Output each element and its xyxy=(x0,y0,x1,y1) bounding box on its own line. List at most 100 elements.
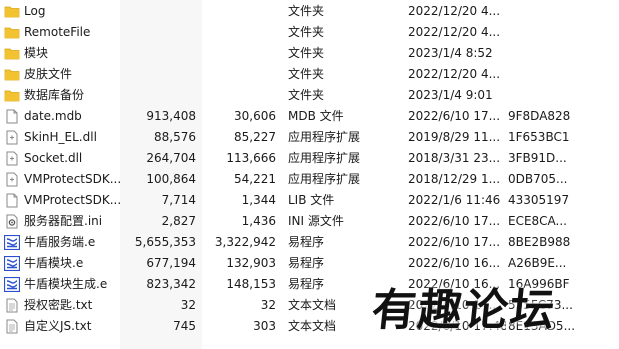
ini-icon xyxy=(4,214,20,229)
file-modified-date: 2022/12/20 4... xyxy=(408,67,501,81)
file-name: 牛盾服务端.e xyxy=(24,235,96,249)
file-modified-date: 2022/6/10 17... xyxy=(408,235,501,249)
file-type: 文件夹 xyxy=(288,46,325,60)
file-modified-date: 2022/12/20 4... xyxy=(408,4,501,18)
file-crc: 0DB705... xyxy=(508,172,568,186)
file-row[interactable]: 牛盾服务端.e 5,655,353 3,322,942 易程序 2022/6/1… xyxy=(0,232,619,253)
file-row[interactable]: SkinH_EL.dll 88,576 85,227 应用程序扩展 2019/8… xyxy=(0,127,619,148)
file-crc: 43305197 xyxy=(508,193,570,207)
file-type: 文件夹 xyxy=(288,4,325,18)
text-file-icon xyxy=(4,298,20,313)
file-modified-date: 2018/3/31 23... xyxy=(408,151,501,165)
file-name: 模块 xyxy=(24,46,49,60)
file-crc: 8BE2B988 xyxy=(508,235,571,249)
file-name: date.mdb xyxy=(24,109,82,123)
file-size xyxy=(120,22,196,43)
file-type: INI 源文件 xyxy=(288,214,344,228)
file-size: 2,827 xyxy=(161,214,196,228)
file-type: LIB 文件 xyxy=(288,193,335,207)
file-crc xyxy=(508,43,596,64)
dll-icon xyxy=(4,172,20,187)
file-size: 100,864 xyxy=(146,172,196,186)
file-modified-date: 2018/12/29 1... xyxy=(408,172,501,186)
file-packed-size: 85,227 xyxy=(234,130,276,144)
file-modified-date: 2022/6/10 16... xyxy=(408,256,501,270)
file-name: 服务器配置.ini xyxy=(24,214,103,228)
file-icon xyxy=(4,109,20,124)
file-crc: A26B9E... xyxy=(508,256,567,270)
file-type: 文件夹 xyxy=(288,25,325,39)
file-modified-date: 2022/1/6 11:46 xyxy=(408,193,501,207)
file-row[interactable]: 模块 文件夹 2023/1/4 8:52 xyxy=(0,43,619,64)
file-packed-size: 30,606 xyxy=(234,109,276,123)
file-type: 文件夹 xyxy=(288,67,325,81)
folder-icon xyxy=(4,67,20,82)
file-crc: 1F653BC1 xyxy=(508,130,570,144)
file-modified-date: 2022/6/10 17... xyxy=(408,109,501,123)
file-row[interactable]: 皮肤文件 文件夹 2022/12/20 4... xyxy=(0,64,619,85)
file-size: 88,576 xyxy=(154,130,196,144)
file-name: Log xyxy=(24,4,46,18)
file-type: 应用程序扩展 xyxy=(288,130,361,144)
file-name: 皮肤文件 xyxy=(24,67,73,81)
file-type: MDB 文件 xyxy=(288,109,344,123)
file-packed-size xyxy=(200,43,276,64)
file-size xyxy=(120,64,196,85)
folder-icon xyxy=(4,46,20,61)
file-name: 数据库备份 xyxy=(24,88,85,102)
file-type: 应用程序扩展 xyxy=(288,151,361,165)
file-type: 文件夹 xyxy=(288,88,325,102)
file-packed-size xyxy=(200,64,276,85)
file-row[interactable]: 服务器配置.ini 2,827 1,436 INI 源文件 2022/6/10 … xyxy=(0,211,619,232)
file-size: 7,714 xyxy=(161,193,196,207)
file-size: 264,704 xyxy=(146,151,196,165)
file-crc xyxy=(508,85,596,106)
file-name: 牛盾模块.e xyxy=(24,256,84,270)
file-packed-size xyxy=(200,22,276,43)
e-program-icon xyxy=(3,255,21,272)
file-crc: 3FB91D... xyxy=(508,151,567,165)
file-size xyxy=(120,43,196,64)
file-row[interactable]: Socket.dll 264,704 113,666 应用程序扩展 2018/3… xyxy=(0,148,619,169)
dll-icon xyxy=(4,151,20,166)
file-packed-size: 32 xyxy=(260,298,276,312)
file-modified-date: 2019/8/29 11... xyxy=(408,130,501,144)
dll-icon xyxy=(4,130,20,145)
file-row[interactable]: Log 文件夹 2022/12/20 4... xyxy=(0,1,619,22)
file-packed-size: 303 xyxy=(253,319,276,333)
file-row[interactable]: VMProtectSDK... 100,864 54,221 应用程序扩展 20… xyxy=(0,169,619,190)
file-modified-date: 2023/1/4 9:01 xyxy=(408,88,493,102)
folder-icon xyxy=(4,4,20,19)
file-row[interactable]: VMProtectSDK... 7,714 1,344 LIB 文件 2022/… xyxy=(0,190,619,211)
file-row[interactable]: date.mdb 913,408 30,606 MDB 文件 2022/6/10… xyxy=(0,106,619,127)
file-crc xyxy=(508,64,596,85)
e-program-icon xyxy=(3,276,21,293)
file-size: 32 xyxy=(180,298,196,312)
file-type: 易程序 xyxy=(288,235,325,249)
e-program-icon xyxy=(3,234,21,251)
file-name: Socket.dll xyxy=(24,151,83,165)
file-size xyxy=(120,85,196,106)
file-row[interactable]: RemoteFile 文件夹 2022/12/20 4... xyxy=(0,22,619,43)
file-size: 913,408 xyxy=(146,109,196,123)
file-modified-date: 2023/1/4 8:52 xyxy=(408,46,493,60)
file-type: 应用程序扩展 xyxy=(288,172,361,186)
file-modified-date: 2022/6/10 17... xyxy=(408,214,501,228)
file-row[interactable]: 牛盾模块.e 677,194 132,903 易程序 2022/6/10 16.… xyxy=(0,253,619,274)
file-name: 授权密匙.txt xyxy=(24,298,93,312)
file-type: 易程序 xyxy=(288,256,325,270)
file-crc: 9F8DA828 xyxy=(508,109,571,123)
file-crc: ECE8CA... xyxy=(508,214,567,228)
folder-icon xyxy=(4,25,20,40)
file-packed-size: 113,666 xyxy=(226,151,276,165)
file-modified-date: 2022/12/20 4... xyxy=(408,25,501,39)
file-packed-size: 1,436 xyxy=(241,214,276,228)
file-size: 745 xyxy=(173,319,196,333)
file-name: VMProtectSDK... xyxy=(24,193,120,207)
file-packed-size: 148,153 xyxy=(226,277,276,291)
text-file-icon xyxy=(4,319,20,334)
file-packed-size xyxy=(200,85,276,106)
file-row[interactable]: 数据库备份 文件夹 2023/1/4 9:01 xyxy=(0,85,619,106)
file-name: SkinH_EL.dll xyxy=(24,130,97,144)
folder-icon xyxy=(4,88,20,103)
